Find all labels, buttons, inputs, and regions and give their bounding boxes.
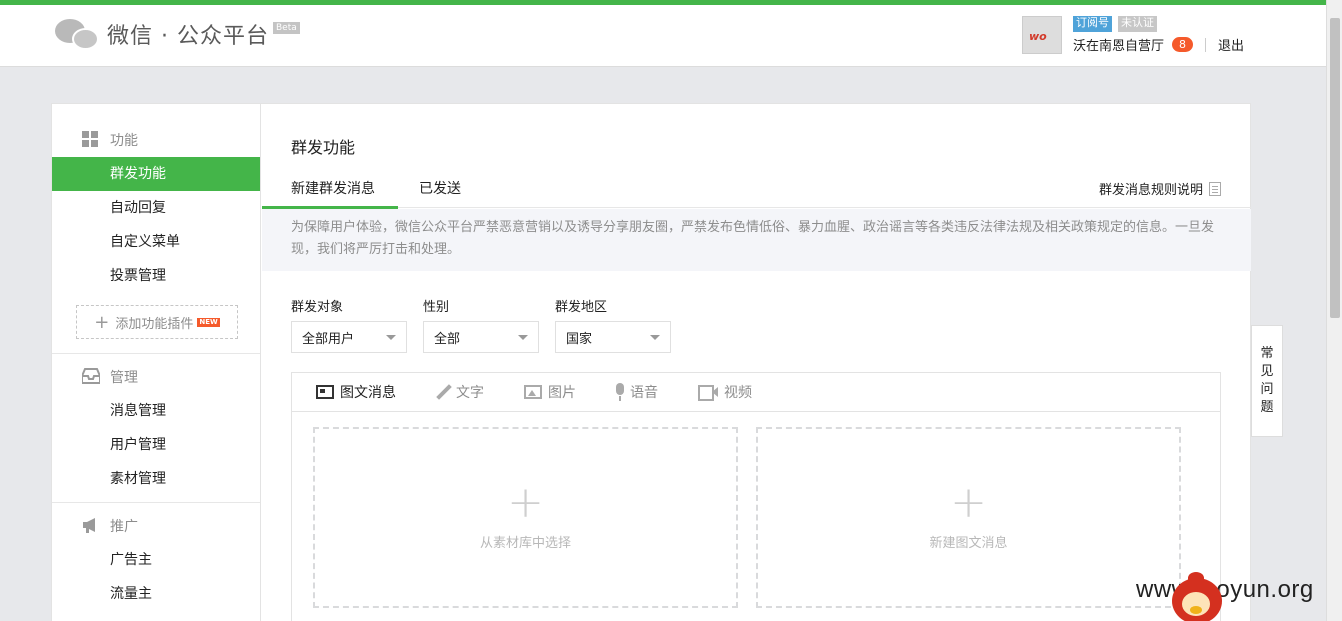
new-tag: NEW: [197, 317, 220, 327]
sidebar-group-functions: 功能: [52, 123, 260, 157]
media-tab-label: 图片: [548, 385, 576, 401]
media-tab-label: 文字: [456, 385, 484, 401]
sidebar-item-messages[interactable]: 消息管理: [52, 394, 260, 428]
image-icon: [524, 385, 542, 399]
beta-tag: Beta: [272, 22, 300, 34]
tab-bar: 新建群发消息 已发送 群发消息规则说明: [262, 168, 1251, 209]
gender-select[interactable]: 全部: [423, 321, 539, 353]
page-scrollbar[interactable]: [1326, 0, 1342, 621]
tab-sent[interactable]: 已发送: [419, 178, 461, 198]
verify-status-badge[interactable]: 未认证: [1118, 16, 1157, 32]
chevron-down-icon: [386, 334, 396, 340]
faq-char: 问: [1260, 382, 1274, 397]
filter-gender: 性别 全部: [423, 296, 539, 353]
megaphone-icon: [82, 517, 100, 535]
filter-row: 群发对象 全部用户 性别 全部 群发地区 国家: [291, 296, 671, 353]
faq-char: 见: [1260, 364, 1274, 379]
select-value: 全部用户: [302, 331, 355, 347]
grid-icon: [82, 131, 100, 149]
sidebar-group-promotion: 推广: [52, 509, 260, 543]
avatar[interactable]: wo: [1022, 16, 1062, 54]
account-info: 订阅号 未认证 沃在南恩自营厅 8 退出: [1073, 16, 1244, 54]
logout-link[interactable]: 退出: [1218, 35, 1244, 54]
filter-label: 性别: [423, 300, 450, 315]
sidebar-item-materials[interactable]: 素材管理: [52, 462, 260, 496]
plus-icon: +: [507, 477, 544, 528]
news-icon: [316, 385, 334, 399]
select-value: 国家: [566, 331, 593, 347]
media-tab-text[interactable]: 文字: [436, 382, 484, 402]
media-tab-label: 图文消息: [340, 385, 396, 401]
filter-region: 群发地区 国家: [555, 296, 671, 353]
document-icon: [1209, 181, 1221, 196]
sidebar-group-title: 管理: [110, 370, 138, 386]
media-tab-label: 语音: [630, 385, 658, 401]
media-tab-voice[interactable]: 语音: [616, 382, 658, 402]
chevron-down-icon: [650, 334, 660, 340]
rules-link[interactable]: 群发消息规则说明: [1099, 179, 1221, 198]
account-type-badge: 订阅号: [1073, 16, 1112, 32]
account-area: wo 订阅号 未认证 沃在南恩自营厅 8 退出: [1022, 16, 1244, 54]
inbox-icon: [81, 368, 101, 386]
logo-text: 微信 · 公众平台: [107, 24, 269, 49]
logo[interactable]: 微信 · 公众平台 Beta: [55, 17, 300, 51]
sidebar-item-custom-menu[interactable]: 自定义菜单: [52, 225, 260, 259]
sidebar-item-advertiser[interactable]: 广告主: [52, 543, 260, 577]
message-editor: 图文消息 文字 图片 语音 视频 + 从素材库中选择 + 新建图文消息: [291, 372, 1221, 621]
faq-char: 常: [1260, 346, 1274, 361]
pen-icon: [436, 385, 450, 399]
select-from-library-button[interactable]: + 从素材库中选择: [313, 427, 738, 608]
filter-target: 群发对象 全部用户: [291, 296, 407, 353]
slot-label: 从素材库中选择: [479, 536, 571, 551]
sidebar-group-title: 推广: [110, 519, 138, 535]
media-tab-news[interactable]: 图文消息: [316, 382, 396, 402]
sidebar-item-publisher[interactable]: 流量主: [52, 577, 260, 611]
media-tab-label: 视频: [724, 385, 752, 401]
select-value: 全部: [434, 331, 461, 347]
sidebar-item-users[interactable]: 用户管理: [52, 428, 260, 462]
sidebar-item-mass-send[interactable]: 群发功能: [52, 157, 260, 191]
sidebar: 功能 群发功能 自动回复 自定义菜单 投票管理 + 添加功能插件 NEW 管理 …: [52, 104, 261, 621]
filter-label: 群发地区: [555, 300, 608, 315]
main-content: 群发功能 新建群发消息 已发送 群发消息规则说明 为保障用户体验，微信公众平台严…: [262, 104, 1251, 621]
media-tab-image[interactable]: 图片: [524, 382, 576, 402]
region-select[interactable]: 国家: [555, 321, 671, 353]
account-name[interactable]: 沃在南恩自营厅: [1073, 35, 1164, 54]
divider: [1205, 37, 1207, 52]
scrollbar-thumb[interactable]: [1330, 18, 1340, 318]
create-news-button[interactable]: + 新建图文消息: [756, 427, 1181, 608]
plus-icon: +: [94, 311, 110, 333]
tab-new-mass-message[interactable]: 新建群发消息: [291, 178, 375, 198]
mic-icon: [616, 383, 624, 401]
plus-icon: +: [950, 477, 987, 528]
avatar-logo-text: wo: [1029, 30, 1047, 43]
faq-float-button[interactable]: 常 见 问 题: [1251, 325, 1283, 437]
sidebar-item-auto-reply[interactable]: 自动回复: [52, 191, 260, 225]
chevron-down-icon: [518, 334, 528, 340]
sidebar-group-manage: 管理: [52, 360, 260, 394]
message-count-badge[interactable]: 8: [1172, 37, 1194, 52]
content-panel: 功能 群发功能 自动回复 自定义菜单 投票管理 + 添加功能插件 NEW 管理 …: [51, 103, 1251, 621]
faq-char: 题: [1260, 400, 1274, 415]
header: 微信 · 公众平台 Beta wo 订阅号 未认证 沃在南恩自营厅 8 退出: [0, 5, 1326, 67]
wechat-logo-icon: [55, 17, 101, 51]
sidebar-item-vote-manage[interactable]: 投票管理: [52, 259, 260, 293]
filter-label: 群发对象: [291, 300, 344, 315]
media-type-tabs: 图文消息 文字 图片 语音 视频: [292, 373, 1220, 412]
policy-notice: 为保障用户体验，微信公众平台严禁恶意营销以及诱导分享朋友圈，严禁发布色情低俗、暴…: [262, 209, 1251, 271]
mascot-bird-icon: [1166, 572, 1234, 621]
add-plugin-label: 添加功能插件: [115, 316, 194, 332]
slot-label: 新建图文消息: [929, 536, 1008, 551]
target-select[interactable]: 全部用户: [291, 321, 407, 353]
page-title: 群发功能: [291, 138, 356, 157]
media-tab-video[interactable]: 视频: [698, 382, 752, 402]
sidebar-group-title: 功能: [110, 133, 138, 149]
add-plugin-button[interactable]: + 添加功能插件 NEW: [76, 305, 238, 339]
video-icon: [698, 385, 718, 401]
rules-link-label: 群发消息规则说明: [1098, 183, 1203, 198]
